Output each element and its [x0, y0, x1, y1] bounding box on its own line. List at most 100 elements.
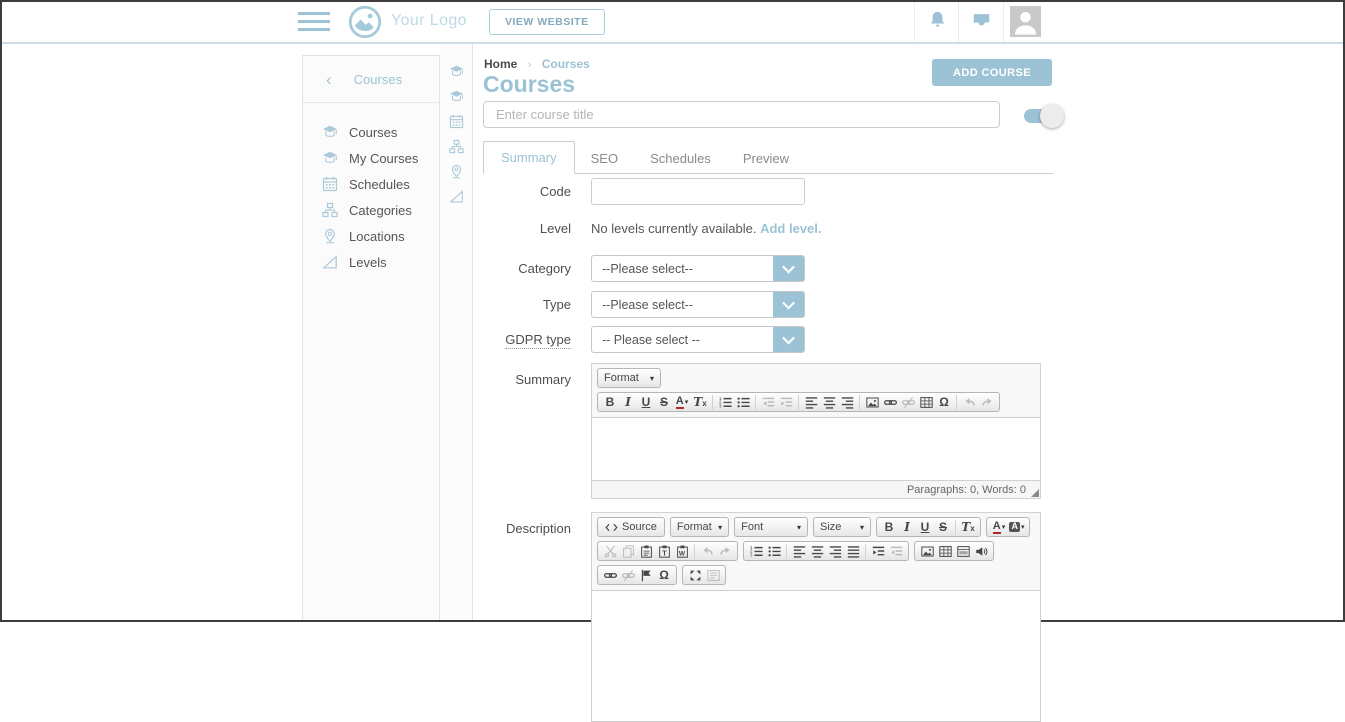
- inbox-cell[interactable]: [958, 2, 1004, 42]
- paste-word-button[interactable]: W: [673, 543, 691, 560]
- rail-item-schedules[interactable]: [440, 111, 472, 136]
- format-dropdown[interactable]: Format▾: [597, 368, 661, 388]
- format-dropdown[interactable]: Format▾: [670, 517, 729, 537]
- bell-icon[interactable]: [928, 10, 947, 34]
- rail-item-locations[interactable]: [440, 161, 472, 186]
- size-dropdown[interactable]: Size▾: [813, 517, 871, 537]
- align-left-button[interactable]: [802, 394, 820, 411]
- align-left-button[interactable]: [790, 543, 808, 560]
- rail-item-levels[interactable]: [440, 186, 472, 211]
- underline-button[interactable]: U: [637, 394, 655, 411]
- bold-button[interactable]: B: [601, 394, 619, 411]
- gdpr-type-label: GDPR type: [483, 332, 571, 347]
- image-button[interactable]: [918, 543, 936, 560]
- link-button[interactable]: [881, 394, 899, 411]
- toolbar-separator: [786, 544, 787, 559]
- tab-seo[interactable]: SEO: [575, 144, 634, 173]
- align-center-button[interactable]: [820, 394, 838, 411]
- strike-button[interactable]: S: [934, 519, 952, 536]
- inbox-icon[interactable]: [972, 10, 991, 34]
- outdent-button[interactable]: [759, 394, 777, 411]
- redo-button[interactable]: [716, 543, 734, 560]
- notifications-cell[interactable]: [914, 2, 959, 42]
- outdent-button[interactable]: [887, 543, 905, 560]
- paste-button[interactable]: [637, 543, 655, 560]
- show-blocks-button[interactable]: [704, 567, 722, 584]
- summary-editor-content[interactable]: [592, 417, 1040, 480]
- underline-button[interactable]: U: [916, 519, 934, 536]
- hamburger-menu-icon[interactable]: [298, 12, 330, 31]
- course-title-input[interactable]: [483, 101, 1000, 128]
- view-website-button[interactable]: VIEW WEBSITE: [489, 9, 605, 35]
- chevron-down-icon[interactable]: [773, 292, 804, 317]
- anchor-button[interactable]: [637, 567, 655, 584]
- bold-button[interactable]: B: [880, 519, 898, 536]
- iframe-button[interactable]: [954, 543, 972, 560]
- status-toggle[interactable]: [1024, 109, 1057, 123]
- rail-item-categories[interactable]: [440, 136, 472, 161]
- add-course-button[interactable]: ADD COURSE: [932, 59, 1052, 86]
- italic-button[interactable]: I: [898, 519, 916, 536]
- sidebar-item-courses[interactable]: Courses: [303, 119, 439, 145]
- code-input[interactable]: [591, 178, 805, 205]
- tab-summary[interactable]: Summary: [483, 141, 575, 174]
- chevron-down-icon: ▾: [860, 523, 864, 532]
- cut-button[interactable]: [601, 543, 619, 560]
- text-color-button[interactable]: A▾: [673, 394, 691, 411]
- tab-schedules[interactable]: Schedules: [634, 144, 727, 173]
- tab-preview[interactable]: Preview: [727, 144, 805, 173]
- undo-button[interactable]: [960, 394, 978, 411]
- avatar[interactable]: [1010, 6, 1041, 37]
- rail-item-courses[interactable]: [440, 61, 472, 86]
- svg-text:W: W: [678, 550, 685, 557]
- numbered-list-button[interactable]: 123: [747, 543, 765, 560]
- unlink-button[interactable]: [899, 394, 917, 411]
- breadcrumb-home[interactable]: Home: [484, 57, 517, 71]
- description-editor-content[interactable]: [592, 590, 1040, 721]
- table-button[interactable]: [936, 543, 954, 560]
- source-button[interactable]: Source: [597, 517, 665, 537]
- sidebar-item-my-courses[interactable]: My Courses: [303, 145, 439, 171]
- italic-button[interactable]: I: [619, 394, 637, 411]
- bulleted-list-button[interactable]: [765, 543, 783, 560]
- align-right-button[interactable]: [826, 543, 844, 560]
- rail-item-my-courses[interactable]: [440, 86, 472, 111]
- category-select[interactable]: --Please select--: [591, 255, 805, 282]
- remove-format-button[interactable]: Tx: [959, 519, 977, 536]
- sidebar-item-levels[interactable]: Levels: [303, 249, 439, 275]
- chevron-down-icon[interactable]: [773, 256, 804, 281]
- strike-button[interactable]: S: [655, 394, 673, 411]
- special-char-button[interactable]: Ω: [935, 394, 953, 411]
- redo-button[interactable]: [978, 394, 996, 411]
- font-dropdown[interactable]: Font▾: [734, 517, 808, 537]
- type-select[interactable]: --Please select--: [591, 291, 805, 318]
- add-level-link[interactable]: Add level.: [760, 221, 821, 236]
- numbered-list-button[interactable]: 123: [716, 394, 734, 411]
- sidebar-item-locations[interactable]: Locations: [303, 223, 439, 249]
- resize-grip[interactable]: [1031, 489, 1039, 497]
- text-color-button[interactable]: A▾: [990, 519, 1008, 536]
- image-button[interactable]: [863, 394, 881, 411]
- bulleted-list-button[interactable]: [734, 394, 752, 411]
- table-button[interactable]: [917, 394, 935, 411]
- align-justify-button[interactable]: [844, 543, 862, 560]
- indent-button[interactable]: [869, 543, 887, 560]
- align-right-button[interactable]: [838, 394, 856, 411]
- remove-format-button[interactable]: Tx: [691, 394, 709, 411]
- maximize-button[interactable]: [686, 567, 704, 584]
- sidebar-back-button[interactable]: ‹ Courses: [303, 56, 439, 103]
- bg-color-button[interactable]: A▾: [1008, 519, 1026, 536]
- undo-button[interactable]: [698, 543, 716, 560]
- sidebar-item-categories[interactable]: Categories: [303, 197, 439, 223]
- special-char-button[interactable]: Ω: [655, 567, 673, 584]
- unlink-button[interactable]: [619, 567, 637, 584]
- link-button[interactable]: [601, 567, 619, 584]
- indent-button[interactable]: [777, 394, 795, 411]
- gdpr-type-select[interactable]: -- Please select --: [591, 326, 805, 353]
- copy-button[interactable]: [619, 543, 637, 560]
- paste-text-button[interactable]: T: [655, 543, 673, 560]
- sidebar-item-schedules[interactable]: Schedules: [303, 171, 439, 197]
- audio-button[interactable]: [972, 543, 990, 560]
- chevron-down-icon[interactable]: [773, 327, 804, 352]
- align-center-button[interactable]: [808, 543, 826, 560]
